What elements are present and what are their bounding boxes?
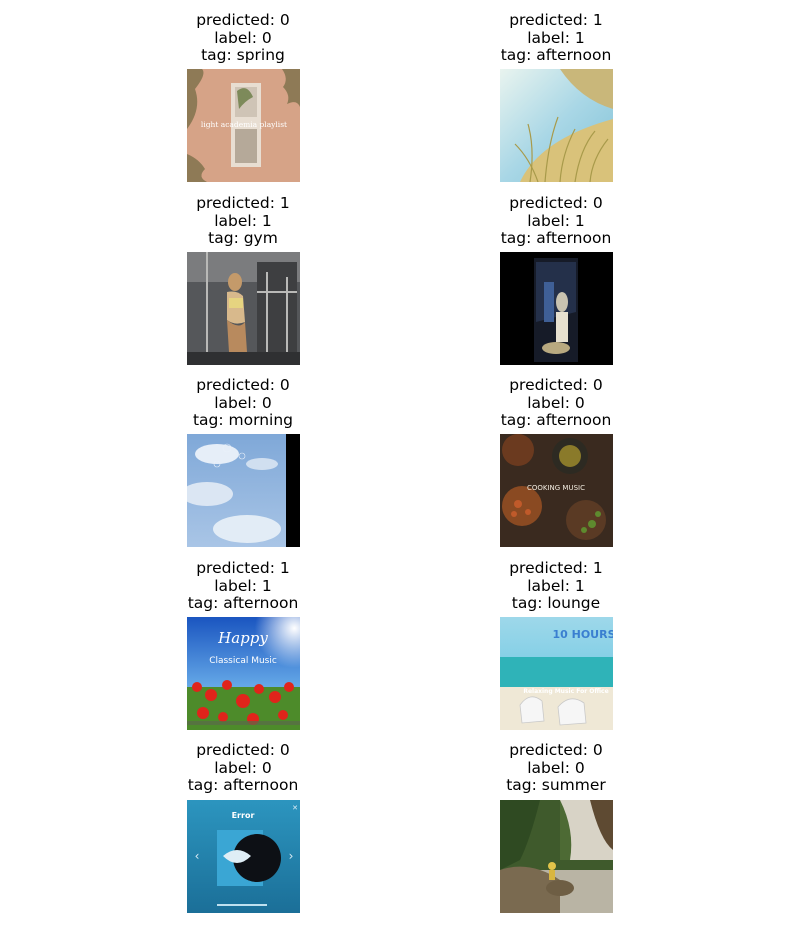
cover-text: COOKING MUSIC: [527, 484, 585, 492]
predicted-text: predicted: 0: [509, 194, 603, 212]
result-cell: predicted: 0 label: 0 tag: summer: [426, 741, 686, 795]
svg-text:‹: ‹: [195, 849, 200, 863]
predicted-text: predicted: 1: [196, 194, 290, 212]
tag-text: tag: afternoon: [500, 411, 612, 430]
svg-text:✕: ✕: [292, 804, 298, 812]
caption: predicted: 0 label: 0 tag: summer: [426, 741, 686, 795]
caption: predicted: 0 label: 0 tag: afternoon: [113, 741, 373, 795]
label-text: label: 1: [214, 211, 272, 230]
predicted-text: predicted: 1: [509, 11, 603, 29]
sky-clouds-image: [187, 434, 300, 547]
label-text: label: 1: [214, 576, 272, 595]
result-cell: predicted: 0 label: 0 tag: morning: [113, 376, 373, 430]
cooking-food-image: COOKING MUSIC: [500, 434, 613, 547]
cover-text: Error: [232, 811, 255, 820]
predicted-text: predicted: 0: [196, 376, 290, 394]
tag-text: tag: afternoon: [187, 776, 299, 795]
tag-text: tag: summer: [506, 776, 606, 795]
result-cell: predicted: 1 label: 1 tag: gym: [113, 194, 373, 248]
predicted-text: predicted: 0: [509, 741, 603, 759]
caption: predicted: 1 label: 1 tag: afternoon: [113, 559, 373, 613]
label-text: label: 1: [527, 211, 585, 230]
label-text: label: 1: [527, 576, 585, 595]
cover-text: light academia playlist: [201, 120, 287, 129]
caption: predicted: 1 label: 1 tag: lounge: [426, 559, 686, 613]
result-cell: predicted: 1 label: 1 tag: afternoon: [426, 11, 686, 65]
tag-text: tag: lounge: [511, 594, 601, 613]
predicted-text: predicted: 1: [509, 559, 603, 577]
svg-text:Happy: Happy: [217, 629, 268, 647]
result-cell: predicted: 1 label: 1 tag: afternoon: [113, 559, 373, 613]
tag-text: tag: afternoon: [500, 229, 612, 248]
result-cell: predicted: 0 label: 0 tag: spring: [113, 11, 373, 65]
predicted-text: predicted: 0: [509, 376, 603, 394]
label-text: label: 0: [214, 758, 272, 777]
beach-chairs-image: 10 HOURS Relaxing Music For Office: [500, 617, 613, 730]
poppies-field-image: Happy Classical Music: [187, 617, 300, 730]
predicted-text: predicted: 0: [196, 11, 290, 29]
label-text: label: 0: [527, 393, 585, 412]
dark-portrait-image: [500, 252, 613, 365]
predicted-text: predicted: 0: [196, 741, 290, 759]
cover-text: 10 HOURS: [552, 628, 613, 641]
forest-river-image: [500, 800, 613, 913]
label-text: label: 1: [527, 28, 585, 47]
playlist-cover-image: light academia playlist: [187, 69, 300, 182]
beach-grass-image: [500, 69, 613, 182]
caption: predicted: 0 label: 1 tag: afternoon: [426, 194, 686, 248]
tag-text: tag: spring: [201, 46, 285, 65]
svg-text:Classical Music: Classical Music: [209, 656, 277, 666]
result-cell: predicted: 0 label: 0 tag: afternoon: [426, 376, 686, 430]
tag-text: tag: afternoon: [187, 594, 299, 613]
svg-text:›: ›: [289, 849, 294, 863]
tag-text: tag: afternoon: [500, 46, 612, 65]
tag-text: tag: gym: [208, 229, 278, 248]
caption: predicted: 0 label: 0 tag: afternoon: [426, 376, 686, 430]
caption: predicted: 1 label: 1 tag: gym: [113, 194, 373, 248]
result-cell: predicted: 1 label: 1 tag: lounge: [426, 559, 686, 613]
result-cell: predicted: 0 label: 0 tag: afternoon: [113, 741, 373, 795]
cover-subtext: Relaxing Music For Office: [523, 688, 608, 695]
label-text: label: 0: [214, 393, 272, 412]
result-cell: predicted: 0 label: 1 tag: afternoon: [426, 194, 686, 248]
caption: predicted: 0 label: 0 tag: morning: [113, 376, 373, 430]
error-screen-image: Error ‹ › ✕: [187, 800, 300, 913]
caption: predicted: 0 label: 0 tag: spring: [113, 11, 373, 65]
label-text: label: 0: [527, 758, 585, 777]
predicted-text: predicted: 1: [196, 559, 290, 577]
label-text: label: 0: [214, 28, 272, 47]
gym-photo-image: [187, 252, 300, 365]
tag-text: tag: morning: [192, 411, 294, 430]
caption: predicted: 1 label: 1 tag: afternoon: [426, 11, 686, 65]
